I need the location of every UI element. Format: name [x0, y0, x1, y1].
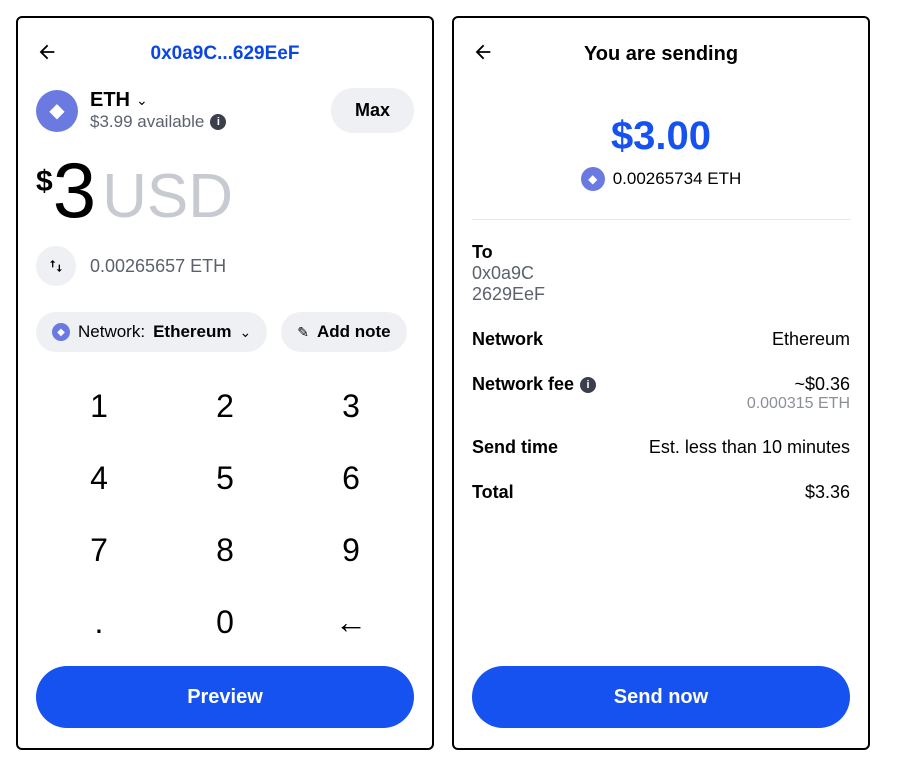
add-note-chip[interactable]: ✎ Add note: [281, 312, 406, 352]
network-chip[interactable]: ◆ Network: Ethereum ⌄: [36, 312, 267, 352]
network-value: Ethereum: [772, 329, 850, 350]
pencil-icon: ✎: [297, 324, 309, 341]
currency-symbol: $: [36, 165, 53, 199]
send-details: To 0x0a9C 2629EeF Network Ethereum Netwo…: [472, 242, 850, 503]
key-5[interactable]: 5: [162, 442, 288, 514]
back-button[interactable]: [36, 38, 72, 70]
info-icon[interactable]: i: [210, 114, 226, 130]
to-address-line2: 2629EeF: [472, 284, 850, 305]
total-label: Total: [472, 482, 514, 503]
send-now-button[interactable]: Send now: [472, 666, 850, 728]
key-6[interactable]: 6: [288, 442, 414, 514]
max-button[interactable]: Max: [331, 88, 414, 133]
send-entry-screen: 0x0a9C...629EeF ◆ ETH ⌄ $3.99 available …: [16, 16, 434, 750]
network-fee-label: Network fee: [472, 374, 574, 395]
eth-icon: ◆: [581, 167, 605, 191]
key-4[interactable]: 4: [36, 442, 162, 514]
preview-button[interactable]: Preview: [36, 666, 414, 728]
page-title: You are sending: [472, 43, 850, 66]
amount-display: $ 3 USD: [36, 151, 414, 232]
eth-equivalent: 0.00265657 ETH: [90, 256, 226, 277]
send-confirm-screen: You are sending $3.00 ◆ 0.00265734 ETH T…: [452, 16, 870, 750]
token-row: ◆ ETH ⌄ $3.99 available i Max: [36, 88, 414, 133]
key-0[interactable]: 0: [162, 586, 288, 658]
key-dot[interactable]: .: [36, 586, 162, 658]
swap-currency-button[interactable]: [36, 246, 76, 286]
screen1-header: 0x0a9C...629EeF: [36, 34, 414, 74]
key-9[interactable]: 9: [288, 514, 414, 586]
add-note-label: Add note: [317, 322, 391, 342]
send-time-label: Send time: [472, 437, 558, 458]
amount-value: 3: [53, 151, 96, 229]
eth-icon: ◆: [52, 323, 70, 341]
eth-icon: ◆: [36, 90, 78, 132]
swap-icon: [48, 258, 64, 274]
chevron-down-icon: ⌄: [240, 324, 252, 341]
numeric-keypad: 1 2 3 4 5 6 7 8 9 . 0 ←: [36, 370, 414, 658]
network-fee-eth: 0.000315 ETH: [747, 395, 850, 413]
key-3[interactable]: 3: [288, 370, 414, 442]
arrow-left-icon: [36, 41, 58, 63]
token-symbol: ETH: [90, 89, 130, 112]
token-selector[interactable]: ETH ⌄: [90, 89, 226, 112]
to-address-line1: 0x0a9C: [472, 263, 850, 284]
network-label: Network: [472, 329, 543, 350]
currency-code: USD: [102, 161, 233, 232]
total-value: $3.36: [805, 482, 850, 503]
send-time-value: Est. less than 10 minutes: [649, 437, 850, 458]
key-8[interactable]: 8: [162, 514, 288, 586]
send-amount-eth: 0.00265734 ETH: [613, 169, 742, 189]
info-icon[interactable]: i: [580, 377, 596, 393]
send-amount-usd: $3.00: [611, 114, 711, 159]
network-fee-usd: ~$0.36: [747, 374, 850, 395]
recipient-address-link[interactable]: 0x0a9C...629EeF: [151, 43, 300, 64]
chevron-down-icon: ⌄: [136, 92, 148, 109]
key-7[interactable]: 7: [36, 514, 162, 586]
key-backspace[interactable]: ←: [288, 586, 414, 658]
network-chip-prefix: Network:: [78, 322, 145, 342]
to-label: To: [472, 242, 850, 263]
key-1[interactable]: 1: [36, 370, 162, 442]
screen2-header: You are sending: [472, 34, 850, 74]
key-2[interactable]: 2: [162, 370, 288, 442]
available-balance: $3.99 available: [90, 112, 204, 132]
send-summary: $3.00 ◆ 0.00265734 ETH: [472, 114, 850, 220]
network-chip-value: Ethereum: [153, 322, 231, 342]
